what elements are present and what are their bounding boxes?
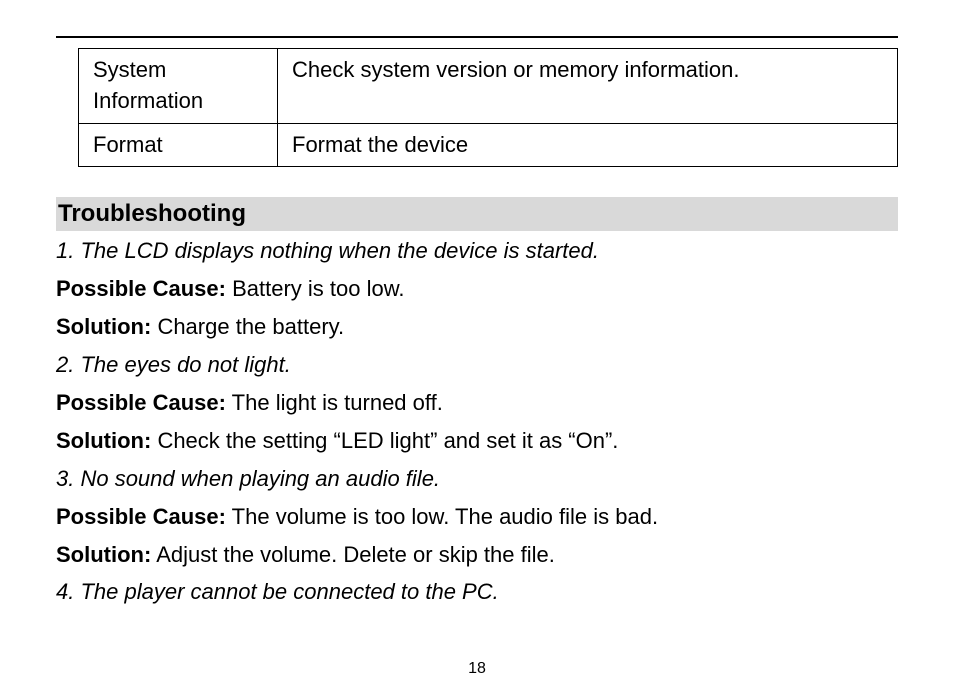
solution-line: Solution: Charge the battery. — [56, 311, 898, 343]
solution-text: Check the setting “LED light” and set it… — [157, 428, 618, 453]
solution-label: Solution: — [56, 542, 151, 567]
table-row: Format Format the device — [79, 123, 898, 167]
possible-cause-text: The volume is too low. The audio file is… — [232, 504, 658, 529]
possible-cause-text: Battery is too low. — [232, 276, 404, 301]
possible-cause-label: Possible Cause: — [56, 390, 226, 415]
possible-cause-text: The light is turned off. — [232, 390, 443, 415]
table-cell-label: System Information — [79, 49, 278, 124]
table-row: System Information Check system version … — [79, 49, 898, 124]
table-cell-desc: Format the device — [278, 123, 898, 167]
solution-line: Solution: Adjust the volume. Delete or s… — [56, 539, 898, 571]
possible-cause-line: Possible Cause: The volume is too low. T… — [56, 501, 898, 533]
troubleshooting-body: 1. The LCD displays nothing when the dev… — [56, 235, 898, 608]
possible-cause-label: Possible Cause: — [56, 504, 226, 529]
possible-cause-line: Possible Cause: The light is turned off. — [56, 387, 898, 419]
problem-text: 3. No sound when playing an audio file. — [56, 463, 898, 495]
info-table: System Information Check system version … — [78, 48, 898, 167]
document-page: System Information Check system version … — [0, 0, 954, 698]
problem-text: 4. The player cannot be connected to the… — [56, 576, 898, 608]
problem-text: 2. The eyes do not light. — [56, 349, 898, 381]
page-number: 18 — [0, 660, 954, 678]
horizontal-rule — [56, 36, 898, 38]
solution-label: Solution: — [56, 314, 151, 339]
solution-label: Solution: — [56, 428, 151, 453]
solution-text: Charge the battery. — [157, 314, 344, 339]
solution-line: Solution: Check the setting “LED light” … — [56, 425, 898, 457]
possible-cause-line: Possible Cause: Battery is too low. — [56, 273, 898, 305]
table-cell-label: Format — [79, 123, 278, 167]
possible-cause-label: Possible Cause: — [56, 276, 226, 301]
problem-text: 1. The LCD displays nothing when the dev… — [56, 235, 898, 267]
solution-text: Adjust the volume. Delete or skip the fi… — [156, 542, 555, 567]
table-cell-desc: Check system version or memory informati… — [278, 49, 898, 124]
section-heading-troubleshooting: Troubleshooting — [56, 197, 898, 231]
